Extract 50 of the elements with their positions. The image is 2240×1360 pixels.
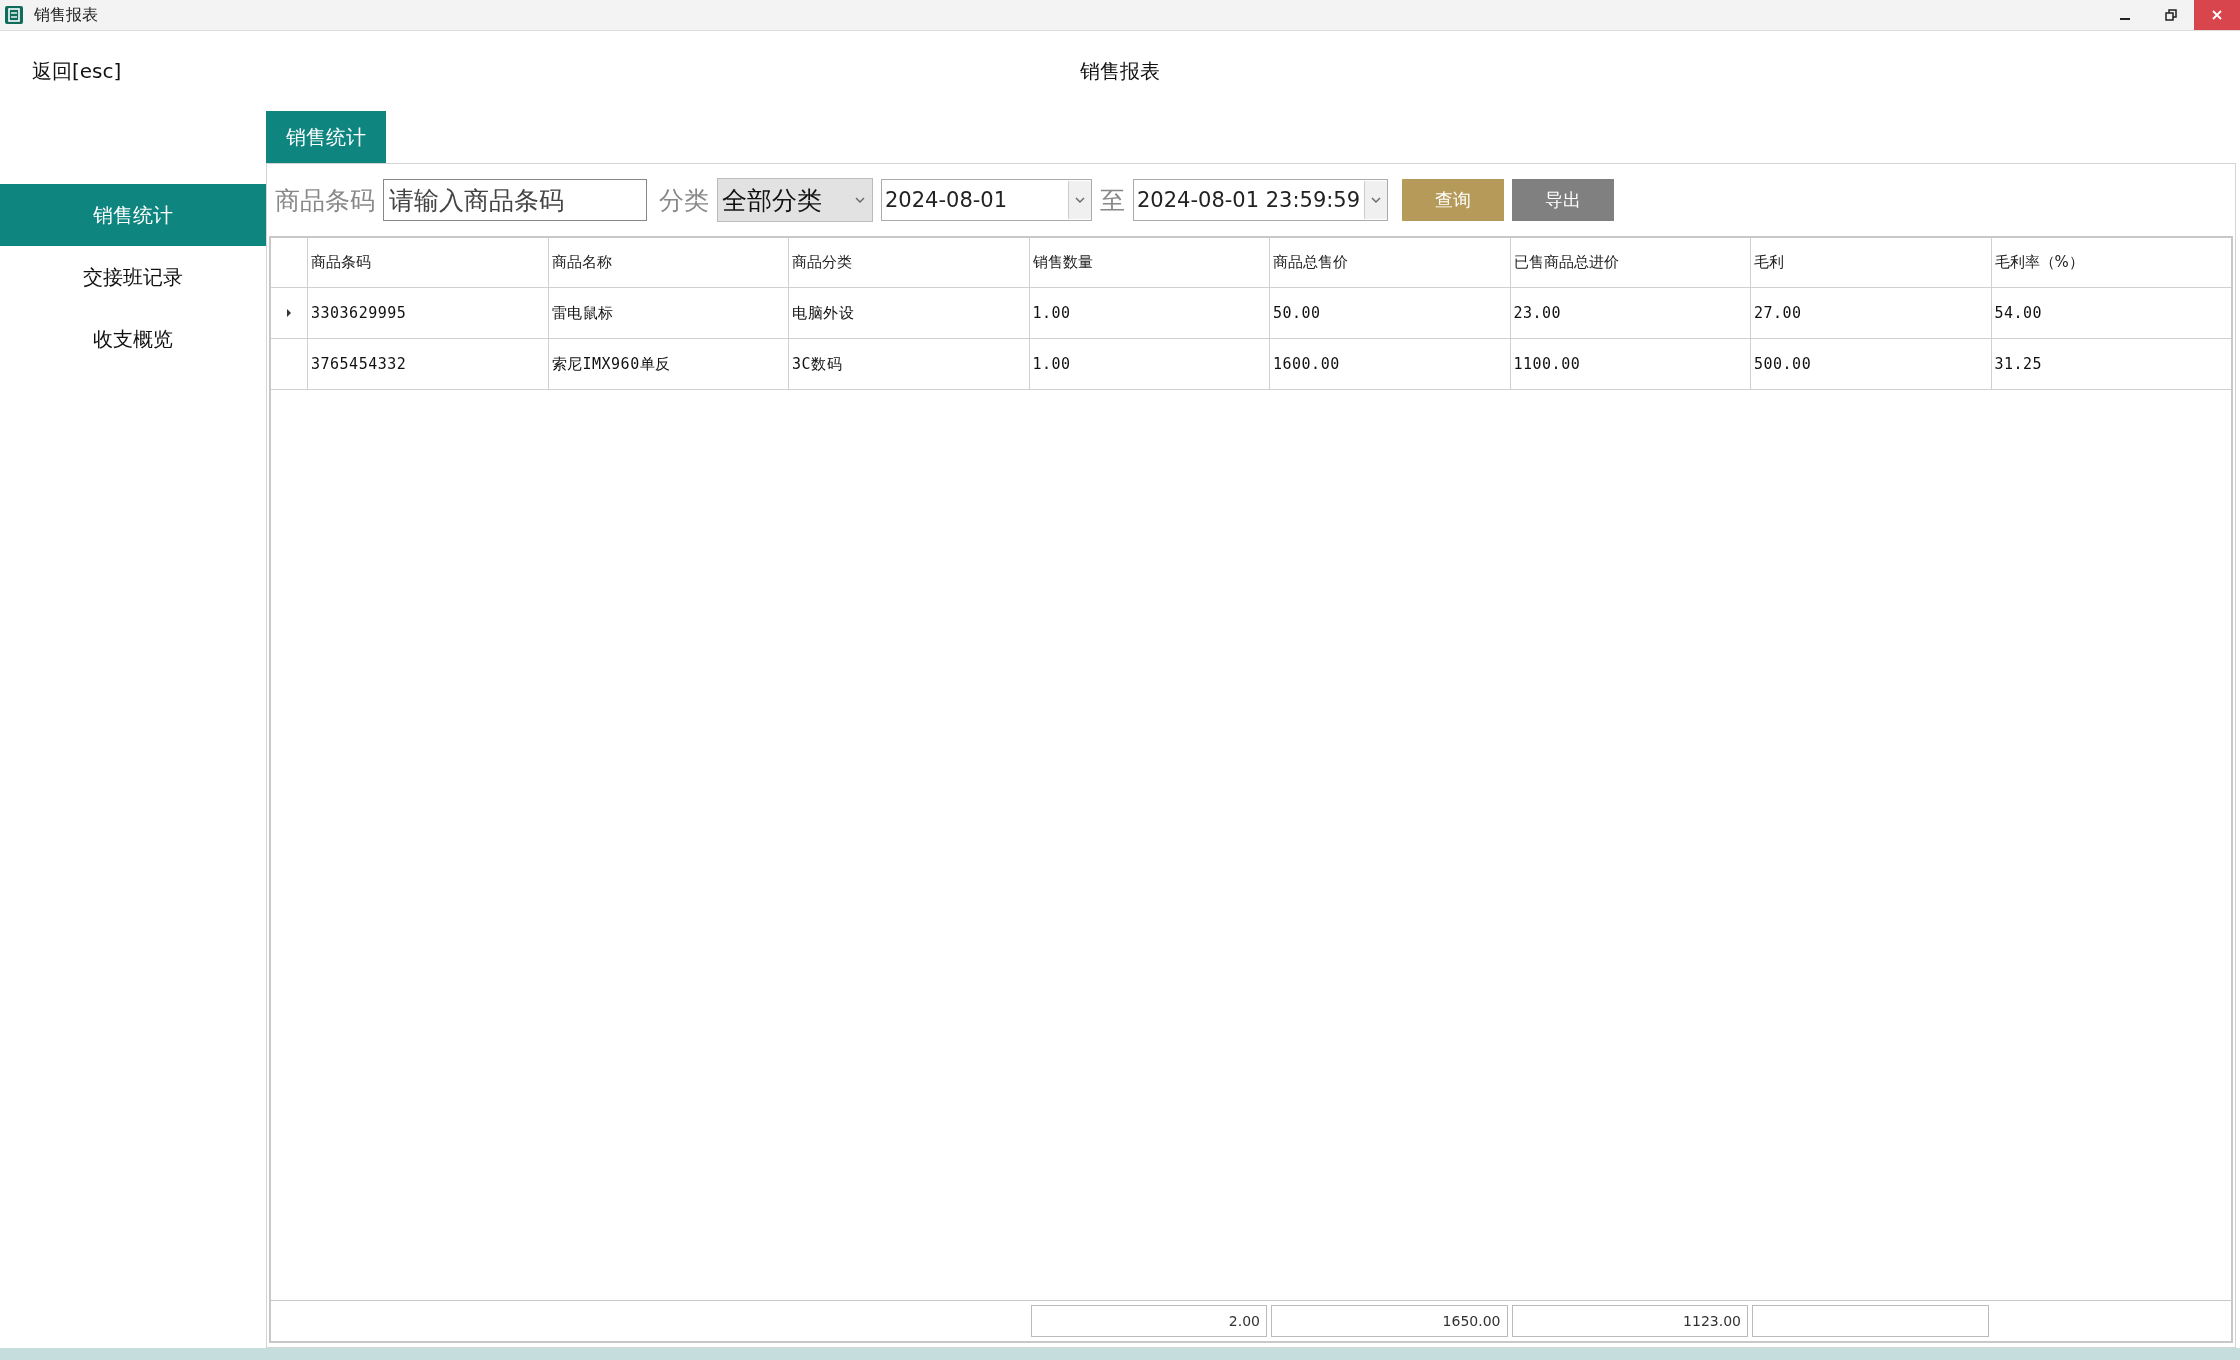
end-date-picker[interactable]: 2024-08-01 23:59:59 [1133,179,1388,221]
column-header: 毛利 [1750,238,1991,287]
table-cell: 电脑外设 [788,288,1029,338]
column-header: 商品分类 [788,238,1029,287]
column-header: 商品名称 [547,238,788,287]
table-cell: 54.00 [1990,288,2231,338]
sidebar-item[interactable]: 销售统计 [0,184,266,246]
table-cell: 1.00 [1028,339,1269,389]
page-title: 销售报表 [1080,57,1160,85]
column-header: 已售商品总进价 [1509,238,1750,287]
table-cell: 23.00 [1509,288,1750,338]
back-link[interactable]: 返回[esc] [0,57,122,85]
to-label: 至 [1100,184,1125,217]
table-cell: 500.00 [1750,339,1991,389]
sidebar-item[interactable]: 交接班记录 [0,246,266,308]
category-dropdown[interactable]: 全部分类 [717,178,873,222]
window-title: 销售报表 [34,4,98,26]
total-field: 1650.00 [1271,1305,1508,1337]
start-date-picker[interactable]: 2024-08-01 [881,179,1092,221]
column-header: 毛利率（%） [1990,238,2231,287]
close-button[interactable] [2194,0,2240,30]
export-button[interactable]: 导出 [1512,179,1614,221]
barcode-label: 商品条码 [275,184,375,217]
app-icon [4,5,24,25]
table-cell: 3C数码 [788,339,1029,389]
minimize-icon [2120,18,2130,20]
table-cell: 31.25 [1990,339,2231,389]
column-header: 商品总售价 [1269,238,1510,287]
tab[interactable]: 销售统计 [266,111,386,163]
table-cell: 索尼IMX960单反 [547,339,788,389]
total-field: 1123.00 [1511,1305,1748,1337]
barcode-field[interactable]: 请输入商品条码 [383,179,647,221]
category-label: 分类 [659,184,709,217]
total-field: 2.00 [1030,1305,1267,1337]
table-cell: 3303629995 [307,288,548,338]
table-cell: 50.00 [1269,288,1510,338]
chevron-icon [1370,196,1382,204]
table-cell: 3765454332 [307,339,548,389]
table-cell: 1.00 [1028,288,1269,338]
column-header: 商品条码 [307,238,548,287]
restore-icon [2165,9,2177,21]
table-cell: 27.00 [1750,288,1991,338]
close-icon [2211,9,2223,21]
chevron-icon [854,196,866,204]
chevron-icon [1074,196,1086,204]
table-cell: 1600.00 [1269,339,1510,389]
column-header: 销售数量 [1028,238,1269,287]
sidebar-item[interactable]: 收支概览 [0,308,266,370]
table-cell: 雷电鼠标 [547,288,788,338]
table-cell: 1100.00 [1509,339,1750,389]
